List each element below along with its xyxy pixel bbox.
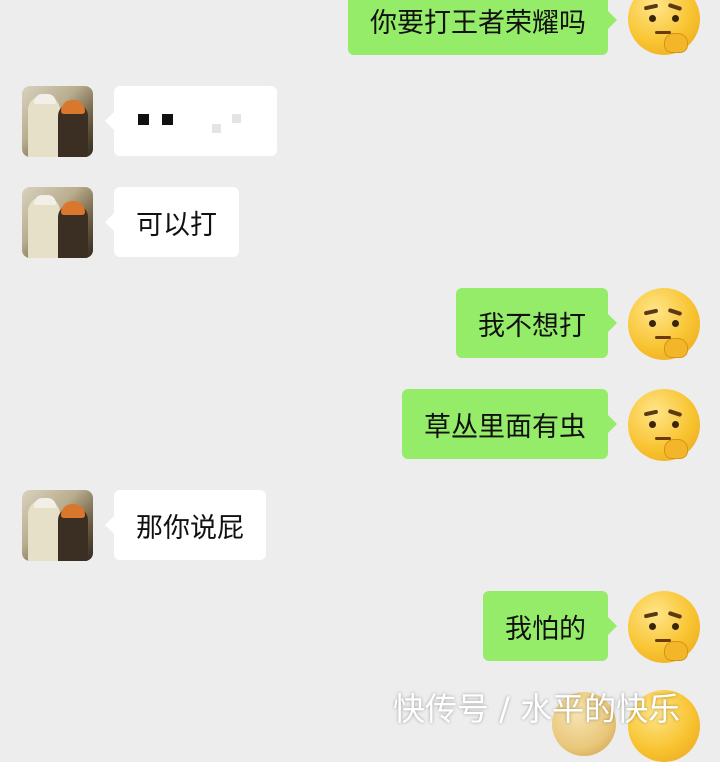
message-text: 你要打王者荣耀吗 xyxy=(370,7,586,39)
message-bubble-outgoing[interactable]: 我不想打 xyxy=(456,288,617,358)
message-text: 那你说屁 xyxy=(136,512,244,544)
thinking-face-emoji-avatar[interactable] xyxy=(628,389,700,461)
watermark: 快传号 / 水平的快乐 xyxy=(393,690,681,728)
message-bubble-incoming[interactable]: 那你说屁 xyxy=(105,490,266,560)
chat-area: 你要打王者荣耀吗 可以打 我不想打 草丛里面有虫 那你说屁 我怕的 快传号 / … xyxy=(0,0,720,762)
message-text: 可以打 xyxy=(136,209,217,241)
friend-avatar[interactable] xyxy=(22,86,93,157)
message-bubble-outgoing[interactable]: 你要打王者荣耀吗 xyxy=(348,0,617,55)
message-text: 我不想打 xyxy=(478,310,586,342)
message-bubble-outgoing[interactable]: 我怕的 xyxy=(483,591,617,661)
message-text: 我怕的 xyxy=(505,613,586,645)
pixelated-censored-text xyxy=(124,106,254,136)
message-bubble-outgoing[interactable]: 草丛里面有虫 xyxy=(402,389,617,459)
thinking-face-emoji-avatar[interactable] xyxy=(628,591,700,663)
message-text: 草丛里面有虫 xyxy=(424,411,586,443)
message-bubble-incoming-censored[interactable] xyxy=(105,86,277,156)
friend-avatar[interactable] xyxy=(22,187,93,258)
thinking-face-emoji-avatar[interactable] xyxy=(628,0,700,55)
thinking-face-emoji-avatar[interactable] xyxy=(628,288,700,360)
message-bubble-incoming[interactable]: 可以打 xyxy=(105,187,239,257)
friend-avatar[interactable] xyxy=(22,490,93,561)
